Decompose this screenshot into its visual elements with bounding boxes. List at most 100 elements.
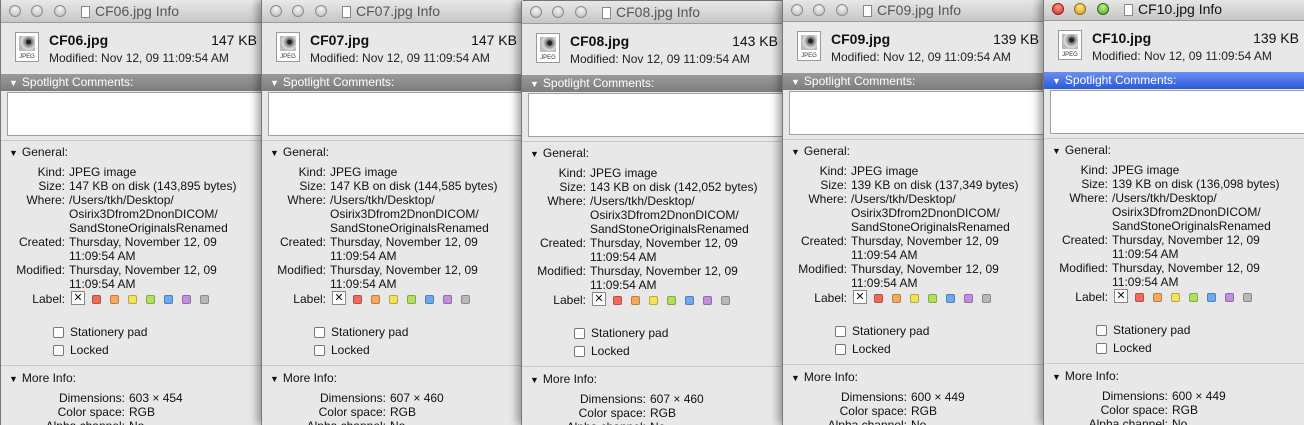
zoom-button[interactable]: [314, 5, 327, 17]
label-color-swatch-6[interactable]: [703, 296, 712, 305]
disclosure-triangle-icon[interactable]: ▼: [270, 145, 279, 162]
spotlight-comments-field[interactable]: [528, 93, 784, 137]
stationery-pad-row[interactable]: Stationery pad: [53, 325, 147, 339]
label-color-swatch-6[interactable]: [964, 294, 973, 303]
minimize-button[interactable]: [813, 4, 826, 16]
zoom-button[interactable]: [53, 5, 66, 17]
disclosure-triangle-icon[interactable]: ▼: [530, 76, 539, 93]
label-color-swatch-4[interactable]: [667, 296, 676, 305]
general-section-header[interactable]: ▼ General:: [1, 144, 263, 161]
label-color-swatch-2[interactable]: [371, 295, 380, 304]
disclosure-triangle-icon[interactable]: ▼: [270, 75, 279, 92]
no-label-option[interactable]: ✕: [853, 290, 867, 304]
disclosure-triangle-icon[interactable]: ▼: [9, 371, 18, 388]
title-bar[interactable]: CF06.jpg Info: [1, 0, 263, 23]
disclosure-triangle-icon[interactable]: ▼: [1052, 369, 1061, 386]
stationery-pad-checkbox[interactable]: [1096, 325, 1107, 336]
label-color-swatch-1[interactable]: [1135, 293, 1144, 302]
zoom-button[interactable]: [574, 6, 587, 18]
label-color-swatch-4[interactable]: [407, 295, 416, 304]
disclosure-triangle-icon[interactable]: ▼: [791, 74, 800, 91]
disclosure-triangle-icon[interactable]: ▼: [9, 145, 18, 162]
label-color-swatch-7[interactable]: [721, 296, 730, 305]
minimize-button[interactable]: [552, 6, 565, 18]
title-bar[interactable]: CF08.jpg Info: [522, 1, 784, 24]
label-color-swatch-1[interactable]: [874, 294, 883, 303]
locked-row[interactable]: Locked: [1096, 341, 1152, 355]
label-color-swatch-3[interactable]: [1171, 293, 1180, 302]
spotlight-comments-header[interactable]: ▼ Spotlight Comments:: [1044, 72, 1304, 89]
more-info-section-header[interactable]: ▼ More Info:: [1044, 368, 1304, 385]
close-button[interactable]: [791, 4, 803, 16]
disclosure-triangle-icon[interactable]: ▼: [791, 144, 800, 161]
spotlight-comments-field[interactable]: [7, 92, 263, 136]
general-section-header[interactable]: ▼ General:: [783, 143, 1045, 160]
no-label-option[interactable]: ✕: [1114, 289, 1128, 303]
stationery-pad-checkbox[interactable]: [835, 326, 846, 337]
disclosure-triangle-icon[interactable]: ▼: [530, 372, 539, 389]
spotlight-comments-header[interactable]: ▼ Spotlight Comments:: [522, 75, 784, 92]
locked-checkbox[interactable]: [574, 346, 585, 357]
spotlight-comments-header[interactable]: ▼ Spotlight Comments:: [1, 74, 263, 91]
label-color-swatch-4[interactable]: [1189, 293, 1198, 302]
stationery-pad-checkbox[interactable]: [314, 327, 325, 338]
label-color-swatch-5[interactable]: [946, 294, 955, 303]
label-color-swatch-5[interactable]: [425, 295, 434, 304]
disclosure-triangle-icon[interactable]: ▼: [9, 75, 18, 92]
disclosure-triangle-icon[interactable]: ▼: [791, 370, 800, 387]
general-section-header[interactable]: ▼ General:: [262, 144, 523, 161]
label-color-swatch-6[interactable]: [443, 295, 452, 304]
stationery-pad-row[interactable]: Stationery pad: [314, 325, 408, 339]
locked-checkbox[interactable]: [835, 344, 846, 355]
title-bar[interactable]: CF09.jpg Info: [783, 0, 1045, 22]
more-info-section-header[interactable]: ▼ More Info:: [1, 370, 263, 387]
stationery-pad-checkbox[interactable]: [574, 328, 585, 339]
stationery-pad-row[interactable]: Stationery pad: [1096, 323, 1190, 337]
locked-checkbox[interactable]: [1096, 343, 1107, 354]
spotlight-comments-field[interactable]: [789, 91, 1045, 135]
locked-row[interactable]: Locked: [835, 342, 891, 356]
title-bar[interactable]: CF07.jpg Info: [262, 0, 523, 23]
spotlight-comments-field[interactable]: [268, 92, 523, 136]
close-button[interactable]: [9, 5, 21, 17]
label-color-swatch-3[interactable]: [389, 295, 398, 304]
more-info-section-header[interactable]: ▼ More Info:: [262, 370, 523, 387]
stationery-pad-checkbox[interactable]: [53, 327, 64, 338]
label-color-swatch-2[interactable]: [631, 296, 640, 305]
label-color-swatch-7[interactable]: [200, 295, 209, 304]
label-color-swatch-3[interactable]: [910, 294, 919, 303]
no-label-option[interactable]: ✕: [592, 292, 606, 306]
label-color-swatch-1[interactable]: [92, 295, 101, 304]
more-info-section-header[interactable]: ▼ More Info:: [522, 371, 784, 388]
spotlight-comments-field[interactable]: [1050, 90, 1304, 134]
label-color-swatch-1[interactable]: [353, 295, 362, 304]
disclosure-triangle-icon[interactable]: ▼: [270, 371, 279, 388]
label-color-swatch-6[interactable]: [182, 295, 191, 304]
locked-row[interactable]: Locked: [314, 343, 370, 357]
zoom-button[interactable]: [1096, 3, 1109, 15]
no-label-option[interactable]: ✕: [332, 291, 346, 305]
label-color-swatch-7[interactable]: [461, 295, 470, 304]
stationery-pad-row[interactable]: Stationery pad: [835, 324, 929, 338]
label-color-swatch-7[interactable]: [982, 294, 991, 303]
close-button[interactable]: [270, 5, 282, 17]
locked-row[interactable]: Locked: [53, 343, 109, 357]
minimize-button[interactable]: [31, 5, 44, 17]
minimize-button[interactable]: [292, 5, 305, 17]
stationery-pad-row[interactable]: Stationery pad: [574, 326, 668, 340]
spotlight-comments-header[interactable]: ▼ Spotlight Comments:: [262, 74, 523, 91]
label-color-swatch-5[interactable]: [1207, 293, 1216, 302]
locked-checkbox[interactable]: [314, 345, 325, 356]
label-color-swatch-2[interactable]: [892, 294, 901, 303]
no-label-option[interactable]: ✕: [71, 291, 85, 305]
title-bar[interactable]: CF10.jpg Info: [1044, 0, 1304, 21]
label-color-swatch-3[interactable]: [128, 295, 137, 304]
label-color-swatch-5[interactable]: [164, 295, 173, 304]
label-color-swatch-7[interactable]: [1243, 293, 1252, 302]
close-button[interactable]: [1052, 3, 1064, 15]
zoom-button[interactable]: [835, 4, 848, 16]
label-color-swatch-6[interactable]: [1225, 293, 1234, 302]
label-color-swatch-2[interactable]: [1153, 293, 1162, 302]
label-color-swatch-1[interactable]: [613, 296, 622, 305]
locked-row[interactable]: Locked: [574, 344, 630, 358]
